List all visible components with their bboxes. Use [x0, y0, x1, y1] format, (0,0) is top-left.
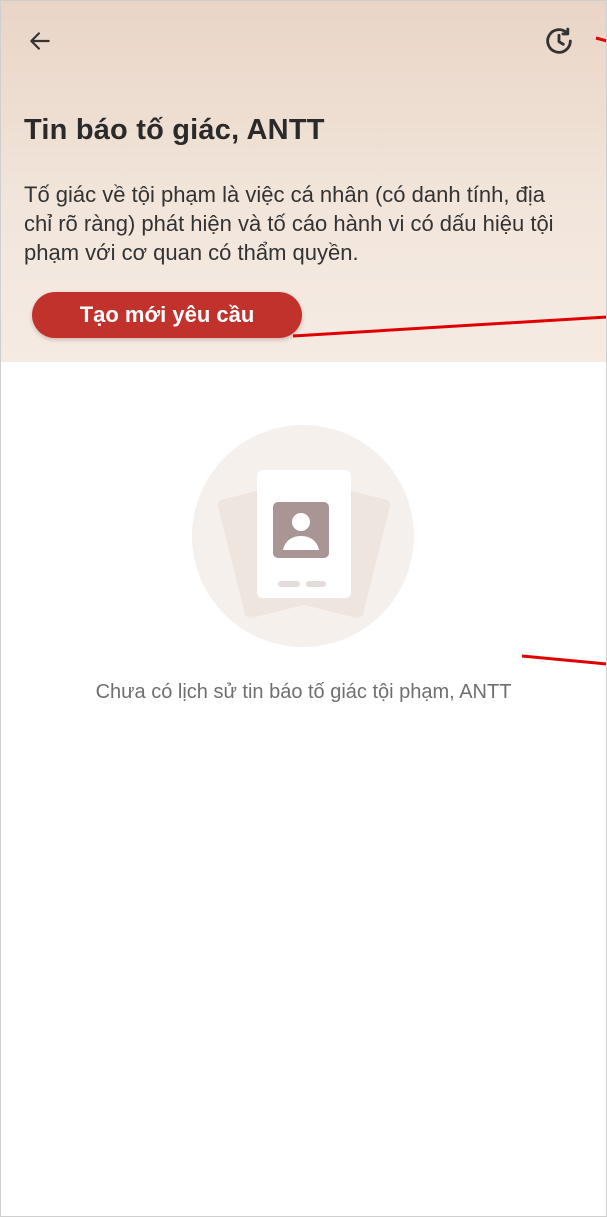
page-title: Tin báo tố giác, ANTT [24, 114, 325, 146]
page-description: Tố giác về tội phạm là việc cá nhân (có … [24, 182, 554, 265]
empty-state-illustration [192, 425, 414, 647]
profile-card-icon [218, 470, 390, 619]
header-panel: Tin báo tố giác, ANTT Tố giác về tội phạ… [0, 0, 607, 362]
annotation-line-empty [521, 654, 607, 666]
back-button[interactable] [20, 21, 60, 61]
create-request-button[interactable]: Tạo mới yêu cầu [32, 292, 302, 338]
arrow-left-icon [30, 32, 50, 50]
empty-state-message: Chưa có lịch sử tin báo tố giác tội phạm… [95, 681, 512, 703]
screen: Tin báo tố giác, ANTT Tố giác về tội phạ… [0, 0, 607, 1217]
history-clock-icon [546, 27, 572, 54]
history-button[interactable] [539, 21, 579, 61]
